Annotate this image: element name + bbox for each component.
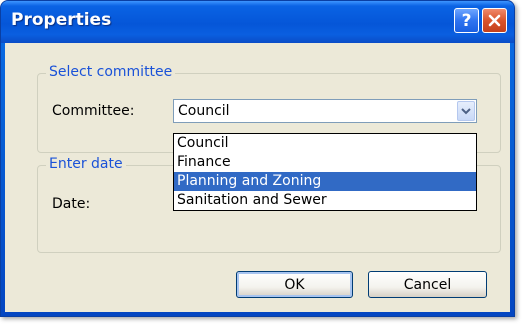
date-group-label: Enter date (46, 156, 126, 172)
close-button[interactable] (482, 8, 507, 33)
window-title: Properties (11, 10, 112, 30)
committee-label: Committee: (52, 103, 135, 119)
dropdown-option-finance[interactable]: Finance (174, 153, 476, 172)
cancel-button[interactable]: Cancel (368, 271, 487, 298)
close-icon (488, 14, 501, 27)
properties-dialog: Properties ? Select committee Committee:… (0, 0, 515, 317)
dropdown-option-planning-and-zoning[interactable]: Planning and Zoning (174, 172, 476, 191)
chevron-down-icon (461, 108, 471, 115)
dialog-body: Select committee Committee: Council Ente… (5, 43, 510, 312)
help-button[interactable]: ? (454, 8, 479, 33)
committee-select[interactable]: Council (173, 99, 477, 123)
committee-selected-value: Council (178, 103, 230, 119)
dropdown-arrow-button[interactable] (457, 101, 475, 121)
committee-dropdown-list: Council Finance Planning and Zoning Sani… (173, 133, 477, 211)
title-bar[interactable]: Properties ? (1, 1, 514, 43)
dropdown-option-council[interactable]: Council (174, 134, 476, 153)
dropdown-option-sanitation-and-sewer[interactable]: Sanitation and Sewer (174, 191, 476, 210)
help-icon: ? (461, 10, 472, 31)
date-label: Date: (52, 196, 91, 212)
committee-group-label: Select committee (46, 64, 176, 80)
ok-button[interactable]: OK (236, 271, 353, 298)
